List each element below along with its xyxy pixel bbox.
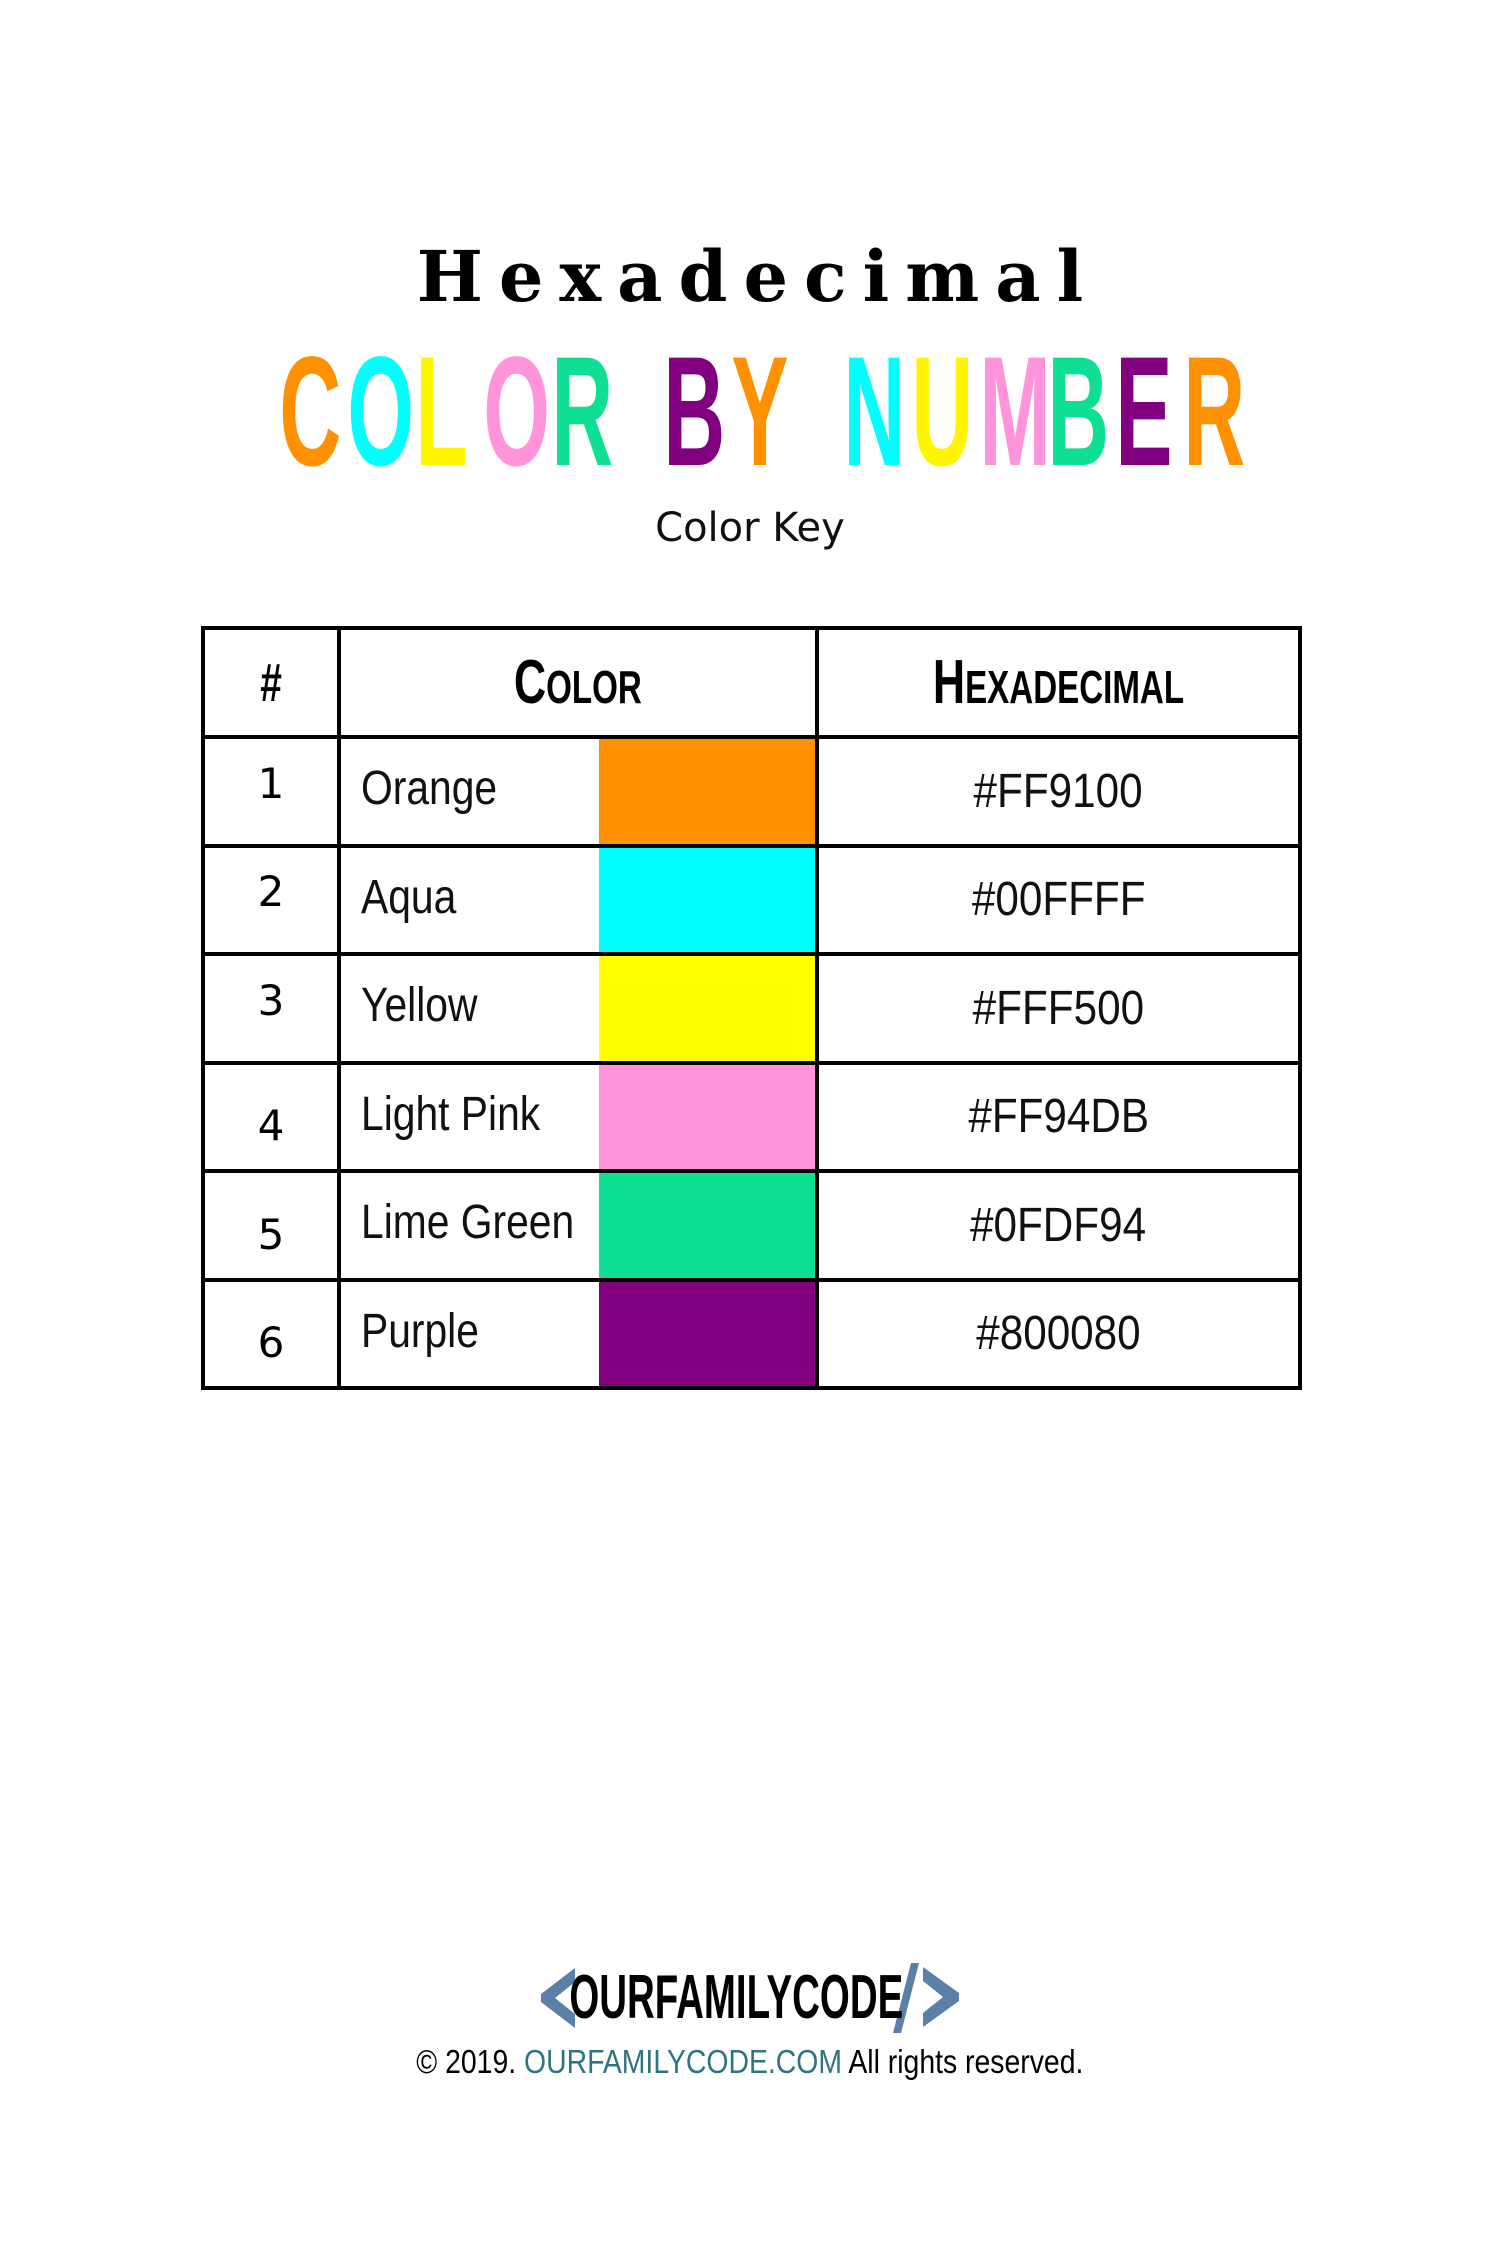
color-cell: Light Pink bbox=[337, 1060, 819, 1173]
color-swatch bbox=[599, 956, 815, 1061]
color-swatch bbox=[599, 739, 815, 844]
title-letter: R bbox=[551, 325, 614, 499]
color-swatch bbox=[599, 847, 815, 952]
color-cell: Purple bbox=[337, 1277, 819, 1390]
title-letter: O bbox=[347, 325, 415, 499]
color-swatch bbox=[599, 1173, 815, 1278]
copyright-year: 2019. bbox=[445, 2043, 517, 2080]
hex-code-text: #FFF500 bbox=[972, 981, 1145, 1035]
color-cell: Orange bbox=[337, 735, 819, 848]
main-title: COLORBYNUMBER bbox=[0, 325, 1500, 499]
subtitle: Color Key bbox=[655, 505, 845, 551]
title-letter: Y bbox=[731, 325, 789, 499]
color-key-table: # COLOR HEXADECIMAL 1 Orange #FF9100 2 Aqua #… bbox=[201, 626, 1302, 1390]
title-letter: N bbox=[843, 325, 906, 499]
hex-code-text: #800080 bbox=[976, 1307, 1141, 1361]
table-row: 4 Light Pink #FF94DB bbox=[201, 1060, 1302, 1173]
color-cell: Aqua bbox=[337, 843, 819, 956]
title-letter: O bbox=[483, 325, 551, 499]
row-number: 3 bbox=[201, 952, 341, 1065]
hex-code: #FF9100 bbox=[815, 735, 1302, 848]
table-row: 5 Lime Green #0FDF94 bbox=[201, 1169, 1302, 1282]
title-word: COLOR bbox=[264, 325, 614, 499]
hex-code: #800080 bbox=[815, 1277, 1302, 1390]
copyright-line: © 2019. OURFAMILYCODE.COM All rights res… bbox=[0, 2040, 1500, 2084]
title-letter: R bbox=[1183, 325, 1246, 499]
title-letter: B bbox=[1047, 325, 1110, 499]
brand-logo: OURFAMILYCODE bbox=[0, 1962, 1500, 2034]
color-name: Aqua bbox=[361, 870, 457, 924]
table-header-row: # COLOR HEXADECIMAL bbox=[201, 626, 1302, 739]
title-letter: L bbox=[415, 325, 468, 499]
color-name: Lime Green bbox=[361, 1196, 575, 1249]
color-swatch bbox=[599, 1064, 815, 1169]
table-row: 2 Aqua #00FFFF bbox=[201, 843, 1302, 956]
hex-code-text: #FF9100 bbox=[973, 764, 1144, 818]
slash-chevron-right-icon bbox=[893, 1963, 960, 2033]
title-word: BY bbox=[648, 325, 789, 499]
row-number: 6 bbox=[201, 1277, 341, 1390]
hex-code: #FF94DB bbox=[815, 1060, 1302, 1173]
website-link[interactable]: OURFAMILYCODE.COM bbox=[524, 2043, 842, 2080]
color-cell: Lime Green bbox=[337, 1169, 819, 1282]
hex-code: #0FDF94 bbox=[815, 1169, 1302, 1282]
color-name: Orange bbox=[361, 762, 498, 815]
column-header-number: # bbox=[201, 626, 341, 739]
pre-title: Hexadecimal bbox=[416, 235, 1100, 318]
hex-code-text: #00FFFF bbox=[971, 873, 1146, 927]
table-row: 3 Yellow #FFF500 bbox=[201, 952, 1302, 1065]
copyright-symbol: © bbox=[416, 2043, 438, 2080]
column-header-hexadecimal: HEXADECIMAL bbox=[815, 626, 1302, 739]
table-row: 1 Orange #FF9100 bbox=[201, 735, 1302, 848]
hex-code-text: #FF94DB bbox=[968, 1090, 1149, 1144]
logo-text: OURFAMILYCODE bbox=[569, 1963, 903, 2032]
color-swatch bbox=[599, 1281, 815, 1386]
row-number: 4 bbox=[201, 1060, 341, 1173]
color-name: Purple bbox=[361, 1304, 479, 1358]
title-letter: M bbox=[979, 325, 1051, 499]
row-number: 5 bbox=[201, 1169, 341, 1282]
title-letter: C bbox=[279, 325, 342, 499]
hex-code-text: #0FDF94 bbox=[970, 1198, 1147, 1252]
title-letter: U bbox=[911, 325, 974, 499]
row-number: 1 bbox=[201, 735, 341, 848]
color-cell: Yellow bbox=[337, 952, 819, 1065]
hex-code: #FFF500 bbox=[815, 952, 1302, 1065]
table-row: 6 Purple #800080 bbox=[201, 1277, 1302, 1390]
column-header-color: COLOR bbox=[337, 626, 819, 739]
title-letter: B bbox=[663, 325, 726, 499]
hex-code: #00FFFF bbox=[815, 843, 1302, 956]
row-number: 2 bbox=[201, 843, 341, 956]
title-letter: E bbox=[1115, 325, 1173, 499]
color-name: Light Pink bbox=[361, 1087, 541, 1141]
title-word: NUMBER bbox=[828, 325, 1246, 499]
color-name: Yellow bbox=[361, 979, 478, 1032]
copyright-suffix: All rights reserved. bbox=[848, 2043, 1084, 2080]
